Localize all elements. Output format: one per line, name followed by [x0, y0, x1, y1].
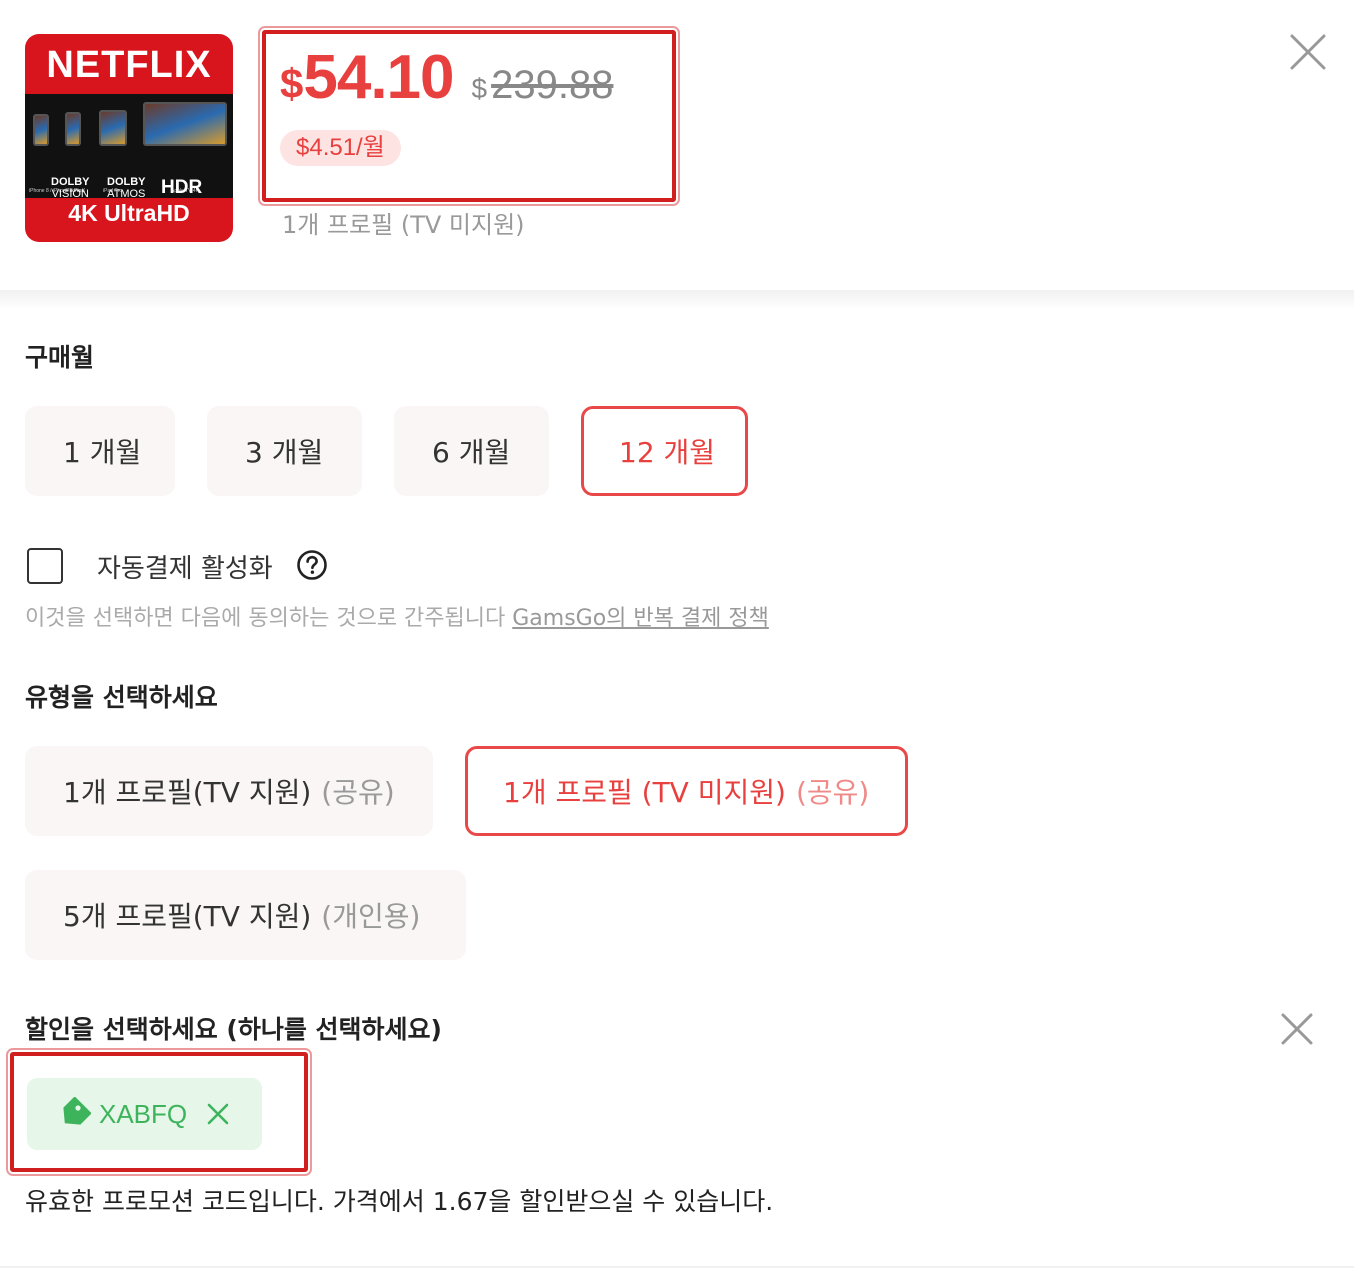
uhd-badge: 4K UltraHD — [68, 200, 190, 226]
dolby-vision-top: DOLBY — [51, 176, 90, 188]
terms-text: 이것을 선택하면 다음에 동의하는 것으로 간주됩니다 — [25, 606, 513, 631]
price-row: $ 54.10 $ 239.88 — [280, 42, 613, 113]
close-icon[interactable] — [1288, 32, 1328, 72]
type-option-sub: (공유) — [321, 776, 395, 809]
month-option-12[interactable]: 12 개월 — [581, 406, 748, 496]
type-option-sub: (공유) — [795, 776, 870, 809]
selected-type-label: 1개 프로필 (TV 미지원) — [282, 211, 525, 239]
dolby-atmos-bottom: ATMOS — [107, 188, 146, 200]
type-section-title: 유형을 선택하세요 — [25, 683, 218, 712]
close-icon[interactable] — [1280, 1012, 1314, 1046]
price-currency: $ — [280, 60, 304, 107]
type-option-label: 1개 프로필(TV 지원) — [63, 776, 312, 809]
hdr-badge: HDR — [161, 177, 203, 198]
help-icon[interactable] — [296, 549, 328, 581]
remove-icon[interactable] — [205, 1101, 231, 1127]
month-option-label: 6 개월 — [432, 436, 511, 469]
product-header: NETFLIX iPhone 8 / iPhone 8 Plus iPhone … — [0, 0, 1354, 290]
coupon-chip[interactable]: XABFQ — [27, 1078, 262, 1150]
autopay-label: 자동결제 활성화 — [97, 554, 273, 584]
monthly-price-badge: $4.51/월 — [280, 130, 401, 166]
dolby-vision-bottom: VISION — [51, 188, 89, 200]
months-section-title: 구매월 — [25, 343, 95, 372]
dolby-atmos-top: DOLBY — [107, 176, 146, 188]
dolby-atmos-badge: DOLBY ATMOS — [107, 176, 146, 200]
promo-valid-message: 유효한 프로모션 코드입니다. 가격에서 1.67을 할인받으실 수 있습니다. — [25, 1187, 774, 1216]
original-price: 239.88 — [491, 63, 614, 107]
iphonex-device — [65, 112, 81, 146]
type-option-1-profile-tv[interactable]: 1개 프로필(TV 지원) (공유) — [25, 746, 433, 836]
bottom-divider — [0, 1266, 1354, 1268]
type-option-1-profile-no-tv[interactable]: 1개 프로필 (TV 미지원) (공유) — [465, 746, 908, 836]
month-option-6[interactable]: 6 개월 — [394, 406, 549, 496]
type-option-sub: (개인용) — [321, 900, 421, 933]
netflix-logo: NETFLIX — [46, 44, 212, 86]
month-option-label: 1 개월 — [63, 436, 142, 469]
tv-device — [143, 102, 227, 146]
month-option-1[interactable]: 1 개월 — [25, 406, 175, 496]
discount-section-title: 할인을 선택하세요 (하나를 선택하세요) — [25, 1015, 442, 1044]
autopay-checkbox[interactable] — [27, 548, 63, 584]
type-option-5-profile-tv[interactable]: 5개 프로필(TV 지원) (개인용) — [25, 870, 466, 960]
month-option-3[interactable]: 3 개월 — [207, 406, 362, 496]
recurring-policy-link[interactable]: GamsGo의 반복 결제 정책 — [512, 606, 769, 631]
tag-icon — [63, 1097, 91, 1125]
iphone8-device — [33, 114, 49, 146]
month-option-label: 3 개월 — [245, 436, 324, 469]
ipad-device — [99, 110, 127, 146]
price-current: 54.10 — [303, 43, 454, 112]
month-option-label: 12 개월 — [619, 436, 716, 469]
original-price-currency: $ — [471, 73, 488, 104]
netflix-product-image: NETFLIX iPhone 8 / iPhone 8 Plus iPhone … — [25, 34, 233, 242]
coupon-code: XABFQ — [99, 1098, 188, 1129]
type-option-label: 1개 프로필 (TV 미지원) — [503, 776, 786, 809]
type-option-label: 5개 프로필(TV 지원) — [63, 900, 312, 933]
autopay-terms: 이것을 선택하면 다음에 동의하는 것으로 간주됩니다 GamsGo의 반복 결… — [25, 600, 769, 632]
header-divider — [0, 290, 1354, 310]
dolby-vision-badge: DOLBY VISION — [51, 176, 90, 200]
